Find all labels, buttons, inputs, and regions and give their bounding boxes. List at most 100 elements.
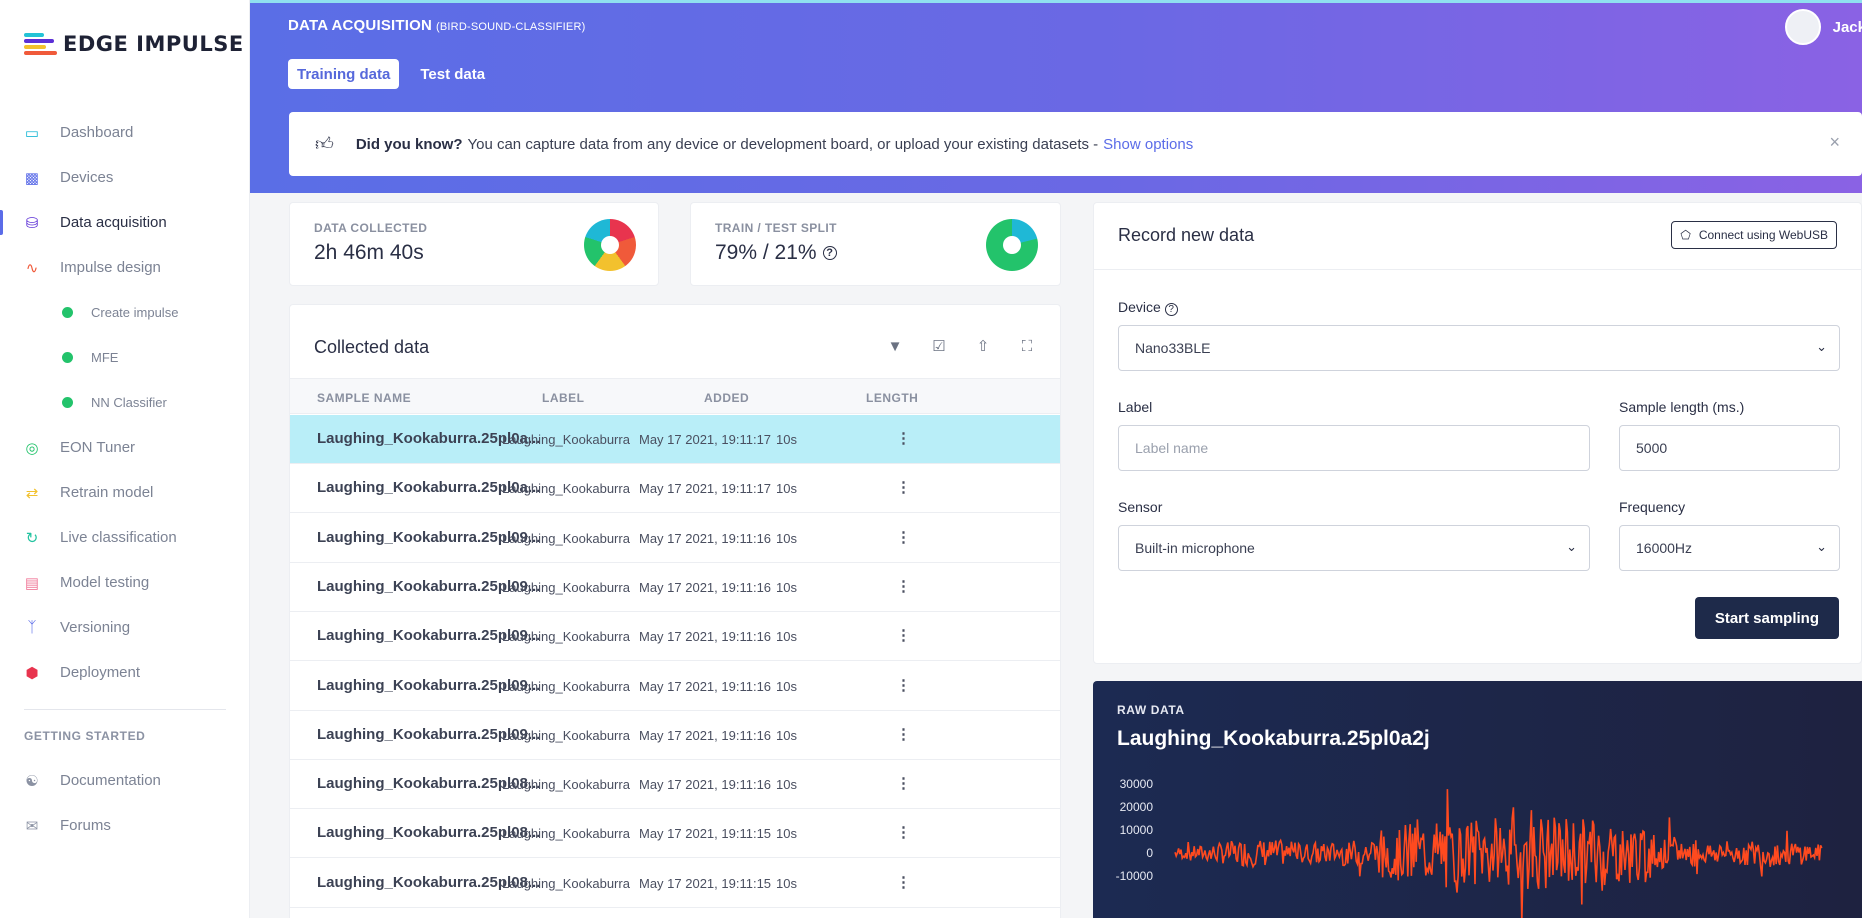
fullscreen-icon[interactable]: ⛶ xyxy=(1018,337,1036,355)
sidebar-item-model-testing[interactable]: ▤ Model testing xyxy=(0,560,250,605)
cell-label: Laughing_Kookaburra xyxy=(502,777,630,793)
sidebar-divider xyxy=(24,709,226,710)
sidebar-item-label: Devices xyxy=(60,169,114,186)
frequency-select[interactable]: 16000Hz ⌄ xyxy=(1619,525,1840,571)
sidebar-item-retrain-model[interactable]: ⇄ Retrain model xyxy=(0,470,250,515)
sidebar-subitem-label: MFE xyxy=(91,350,119,365)
start-sampling-button[interactable]: Start sampling xyxy=(1694,597,1839,639)
cell-label: Laughing_Kookaburra xyxy=(502,530,630,546)
sidebar-item-label: Deployment xyxy=(60,664,141,681)
sidebar-subitem-create-impulse[interactable]: Create impulse xyxy=(0,290,250,335)
row-menu-icon[interactable]: ⋮ xyxy=(896,774,911,792)
row-menu-icon[interactable]: ⋮ xyxy=(896,823,911,841)
row-menu-icon[interactable]: ⋮ xyxy=(896,577,911,595)
data-collected-card: DATA COLLECTED 2h 46m 40s xyxy=(289,202,659,286)
data-tabs: Training data Test data xyxy=(288,59,506,89)
sensor-select[interactable]: Built-in microphone ⌄ xyxy=(1118,525,1590,571)
tip-heading: Did you know? xyxy=(355,135,463,153)
train-test-split-card: TRAIN / TEST SPLIT 79% / 21%? xyxy=(690,202,1061,286)
collected-data-toolbar: ▼ ☑ ⇧ ⛶ xyxy=(860,337,1036,356)
cell-label: Laughing_Kookaburra xyxy=(502,727,630,743)
sidebar-item-live-classification[interactable]: ↻ Live classification xyxy=(0,515,250,560)
page-title: DATA ACQUISITION (BIRD-SOUND-CLASSIFIER) xyxy=(288,17,585,34)
cell-length: 10s xyxy=(776,678,797,694)
sidebar-item-documentation[interactable]: ☯ Documentation xyxy=(0,758,250,803)
label-input[interactable]: Label name xyxy=(1118,425,1590,471)
sidebar-item-label: Data acquisition xyxy=(60,214,167,231)
cell-added: May 17 2021, 19:11:16 xyxy=(639,678,772,694)
connect-webusb-button[interactable]: ⬠ Connect using WebUSB xyxy=(1671,221,1837,249)
table-row[interactable]: Laughing_Kookaburra.25pl09... Laughing_Ko… xyxy=(290,662,1060,711)
table-row[interactable]: Laughing_Kookaburra.25pl09... Laughing_Ko… xyxy=(290,612,1060,662)
table-row[interactable]: Laughing_Kookaburra.25pl09... Laughing_Ko… xyxy=(290,711,1060,760)
help-icon[interactable]: ? xyxy=(1164,303,1178,316)
column-length[interactable]: LENGTH xyxy=(866,391,918,405)
sidebar: EDGE IMPULSE ▭ Dashboard ▩ Devices ⛁ Data acq… xyxy=(0,0,250,918)
help-icon[interactable]: ? xyxy=(822,246,837,261)
logo-text: EDGE IMPULSE xyxy=(63,32,244,56)
sidebar-item-versioning[interactable]: ᛉ Versioning xyxy=(0,605,250,650)
logo[interactable]: EDGE IMPULSE xyxy=(24,32,244,56)
shuffle-icon: ⇄ xyxy=(25,484,39,502)
database-icon: ⛁ xyxy=(25,214,39,232)
cell-label: Laughing_Kookaburra xyxy=(502,826,630,842)
chevron-down-icon: ⌄ xyxy=(1816,539,1827,554)
y-tick-label: -10000 xyxy=(1116,869,1154,883)
sidebar-item-label: Dashboard xyxy=(60,124,134,141)
row-menu-icon[interactable]: ⋮ xyxy=(896,676,911,694)
cell-length: 10s xyxy=(776,777,797,793)
select-icon[interactable]: ☑ xyxy=(930,337,948,355)
sidebar-nav: ▭ Dashboard ▩ Devices ⛁ Data acquisition ∿ Impu… xyxy=(0,110,250,848)
sidebar-subitem-nn-classifier[interactable]: NN Classifier xyxy=(0,380,250,425)
device-select[interactable]: Nano33BLE ⌄ xyxy=(1118,325,1840,371)
table-row[interactable]: Laughing_Kookaburra.25pl09... Laughing_Ko… xyxy=(290,514,1060,563)
sidebar-item-impulse-design[interactable]: ∿ Impulse design xyxy=(0,245,250,290)
column-added[interactable]: ADDED xyxy=(704,391,749,405)
upload-icon[interactable]: ⇧ xyxy=(974,337,992,355)
row-menu-icon[interactable]: ⋮ xyxy=(896,725,911,743)
row-menu-icon[interactable]: ⋮ xyxy=(896,873,911,891)
table-row[interactable]: Laughing_Kookaburra.25pl0a... Laughing_Ko… xyxy=(290,464,1060,514)
row-menu-icon[interactable]: ⋮ xyxy=(896,626,911,644)
row-menu-icon[interactable]: ⋮ xyxy=(896,528,911,546)
label-distribution-pie-icon xyxy=(584,219,636,271)
sidebar-item-data-acquisition[interactable]: ⛁ Data acquisition xyxy=(0,200,250,245)
show-options-link[interactable]: Show options xyxy=(1103,136,1193,153)
row-menu-icon[interactable]: ⋮ xyxy=(896,429,911,447)
cell-added: May 17 2021, 19:11:16 xyxy=(639,629,772,645)
waveform-chart: 30000 20000 10000 0 -10000 xyxy=(1116,777,1823,918)
sidebar-subitem-mfe[interactable]: MFE xyxy=(0,335,250,380)
sidebar-item-eon-tuner[interactable]: ◎ EON Tuner xyxy=(0,425,250,470)
sample-length-input[interactable]: 5000 xyxy=(1619,425,1840,471)
row-menu-icon[interactable]: ⋮ xyxy=(896,478,911,496)
table-row[interactable]: Laughing_Kookaburra.25pl09... Laughing_Ko… xyxy=(290,563,1060,612)
user-name[interactable]: Jack xyxy=(1833,19,1862,36)
filter-icon[interactable]: ▼ xyxy=(886,337,904,355)
record-title: Record new data xyxy=(1118,225,1255,245)
table-row[interactable]: Laughing_Kookaburra.25pl08... Laughing_Ko… xyxy=(290,760,1060,810)
avatar[interactable] xyxy=(1784,9,1821,45)
chevron-down-icon: ⌄ xyxy=(1566,539,1577,554)
table-row[interactable]: Laughing_Kookaburra.25pl0a... Laughing_Ko… xyxy=(290,415,1060,464)
column-sample-name[interactable]: SAMPLE NAME xyxy=(317,391,411,405)
y-tick-label: 0 xyxy=(1146,846,1153,860)
close-icon[interactable]: × xyxy=(1829,132,1840,153)
sidebar-item-dashboard[interactable]: ▭ Dashboard xyxy=(0,110,250,155)
column-label[interactable]: LABEL xyxy=(542,391,585,405)
table-row[interactable]: Laughing_Kookaburra.25pl08... Laughing_Ko… xyxy=(290,859,1060,908)
cell-added: May 17 2021, 19:11:15 xyxy=(639,826,772,842)
sample-length-label: Sample length (ms.) xyxy=(1619,399,1745,415)
tab-test-data[interactable]: Test data xyxy=(411,59,494,89)
tip-text: You can capture data from any device or … xyxy=(467,135,1099,153)
table-row[interactable]: Laughing_Kookaburra.25pl08... Laughing_Ko… xyxy=(290,809,1060,859)
user-menu[interactable]: Jack xyxy=(1784,9,1862,45)
cell-label: Laughing_Kookaburra xyxy=(502,579,630,595)
chip-icon: ▩ xyxy=(24,169,40,187)
sidebar-item-devices[interactable]: ▩ Devices xyxy=(0,155,250,200)
sidebar-item-label: Documentation xyxy=(60,772,161,789)
sidebar-item-forums[interactable]: ✉ Forums xyxy=(0,803,250,848)
tab-training-data[interactable]: Training data xyxy=(288,59,400,89)
sensor-label: Sensor xyxy=(1118,499,1163,515)
sidebar-item-deployment[interactable]: ⬢ Deployment xyxy=(0,650,250,695)
cell-added: May 17 2021, 19:11:16 xyxy=(639,777,772,793)
